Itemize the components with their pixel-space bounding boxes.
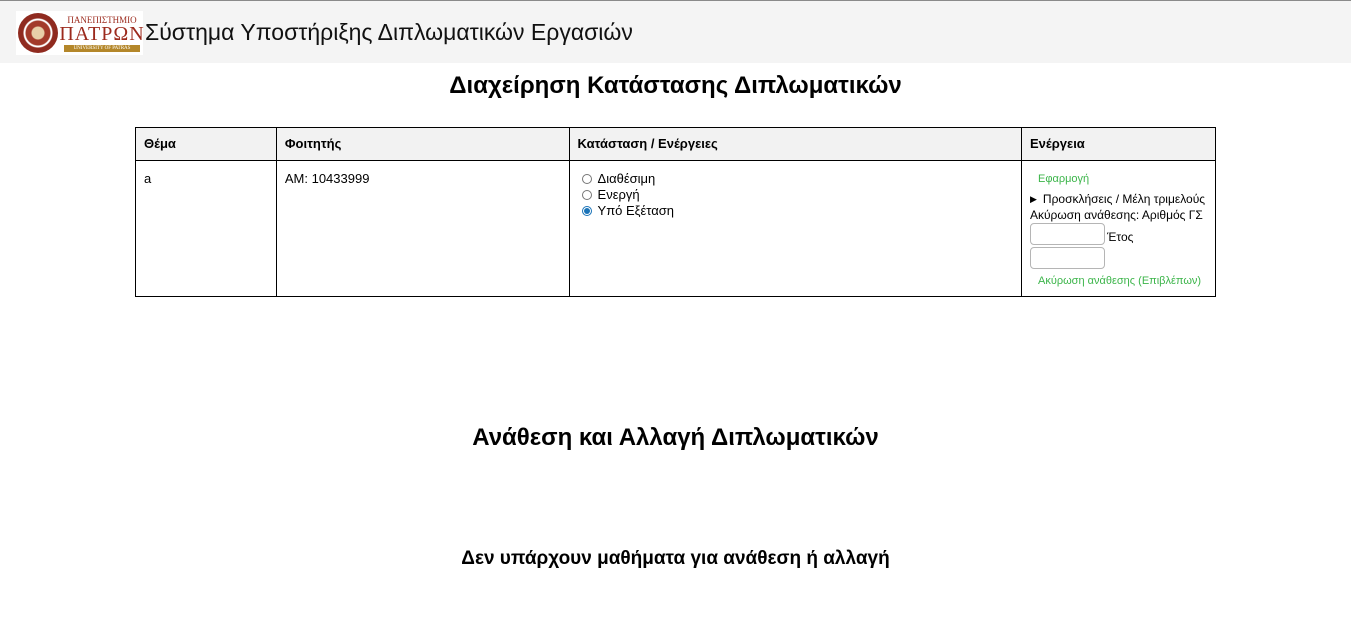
table-header-row: Θέμα Φοιτητής Κατάσταση / Ενέργειες Ενέρ… (135, 127, 1217, 161)
logo-text: ΠΑΝΕΠΙΣΤΗΜΙΟ ΠΑΤΡΩΝ UNIVERSITY OF PATRAS (59, 15, 144, 52)
app-title: Σύστημα Υποστήριξης Διπλωματικών Εργασιώ… (145, 19, 633, 45)
gs-number-input[interactable] (1029, 223, 1105, 245)
top-header: ΠΑΝΕΠΙΣΤΗΜΙΟ ΠΑΤΡΩΝ UNIVERSITY OF PATRAS… (0, 0, 1351, 63)
university-logo[interactable]: ΠΑΝΕΠΙΣΤΗΜΙΟ ΠΑΤΡΩΝ UNIVERSITY OF PATRAS (16, 11, 144, 55)
gs-number-row: Έτος (1029, 223, 1207, 245)
status-option-label: Ενεργή (597, 187, 640, 202)
student-cell: ΑΜ: 10433999 (275, 160, 570, 297)
table-row: a ΑΜ: 10433999 Διαθέσιμη Ενεργή Υπό Εξέτ… (135, 160, 1217, 297)
status-cell: Διαθέσιμη Ενεργή Υπό Εξέταση (568, 160, 1022, 297)
action-cell: Εφαρμογή ▶ Προσκλήσεις / Μέλη τριμελούς … (1020, 160, 1217, 297)
status-option-available[interactable]: Διαθέσιμη (578, 171, 1013, 187)
logo-line-2: ΠΑΤΡΩΝ (59, 22, 145, 45)
assignment-heading: Ανάθεση και Αλλαγή Διπλωματικών (472, 424, 879, 451)
column-header-status: Κατάσταση / Ενέργειες (568, 127, 1022, 161)
status-option-label: Υπό Εξέταση (597, 203, 675, 218)
radio-available[interactable] (581, 174, 592, 184)
cancel-assignment-link[interactable]: Ακύρωση ανάθεσης (Επιβλέπων) (1038, 273, 1207, 289)
status-option-active[interactable]: Ενεργή (578, 187, 1013, 203)
apply-link[interactable]: Εφαρμογή (1038, 171, 1207, 187)
status-management-heading: Διαχείρηση Κατάστασης Διπλωματικών (449, 72, 902, 99)
status-option-label: Διαθέσιμη (597, 171, 656, 186)
empty-state-message: Δεν υπάρχουν μαθήματα για ανάθεση ή αλλα… (461, 548, 890, 569)
year-label: Έτος (1106, 230, 1134, 244)
invitations-summary-label: Προσκλήσεις / Μέλη τριμελούς (1042, 192, 1206, 206)
radio-active[interactable] (581, 190, 592, 200)
logo-line-3: UNIVERSITY OF PATRAS (64, 44, 140, 52)
invitations-toggle[interactable]: ▶ Προσκλήσεις / Μέλη τριμελούς (1030, 191, 1207, 207)
cancel-assignment-label: Ακύρωση ανάθεσης: Αριθμός ΓΣ (1029, 208, 1203, 222)
column-header-student: Φοιτητής (275, 127, 570, 161)
disclosure-triangle-icon: ▶ (1029, 194, 1037, 204)
column-header-action: Ενέργεια (1020, 127, 1217, 161)
theses-status-table: Θέμα Φοιτητής Κατάσταση / Ενέργειες Ενέρ… (135, 127, 1217, 297)
year-row (1029, 247, 1207, 269)
university-seal-icon (18, 13, 58, 53)
status-option-under-review[interactable]: Υπό Εξέταση (578, 203, 1013, 219)
radio-under-review[interactable] (581, 206, 592, 216)
topic-cell: a (135, 160, 277, 297)
column-header-topic: Θέμα (135, 127, 277, 161)
year-input[interactable] (1029, 247, 1105, 269)
